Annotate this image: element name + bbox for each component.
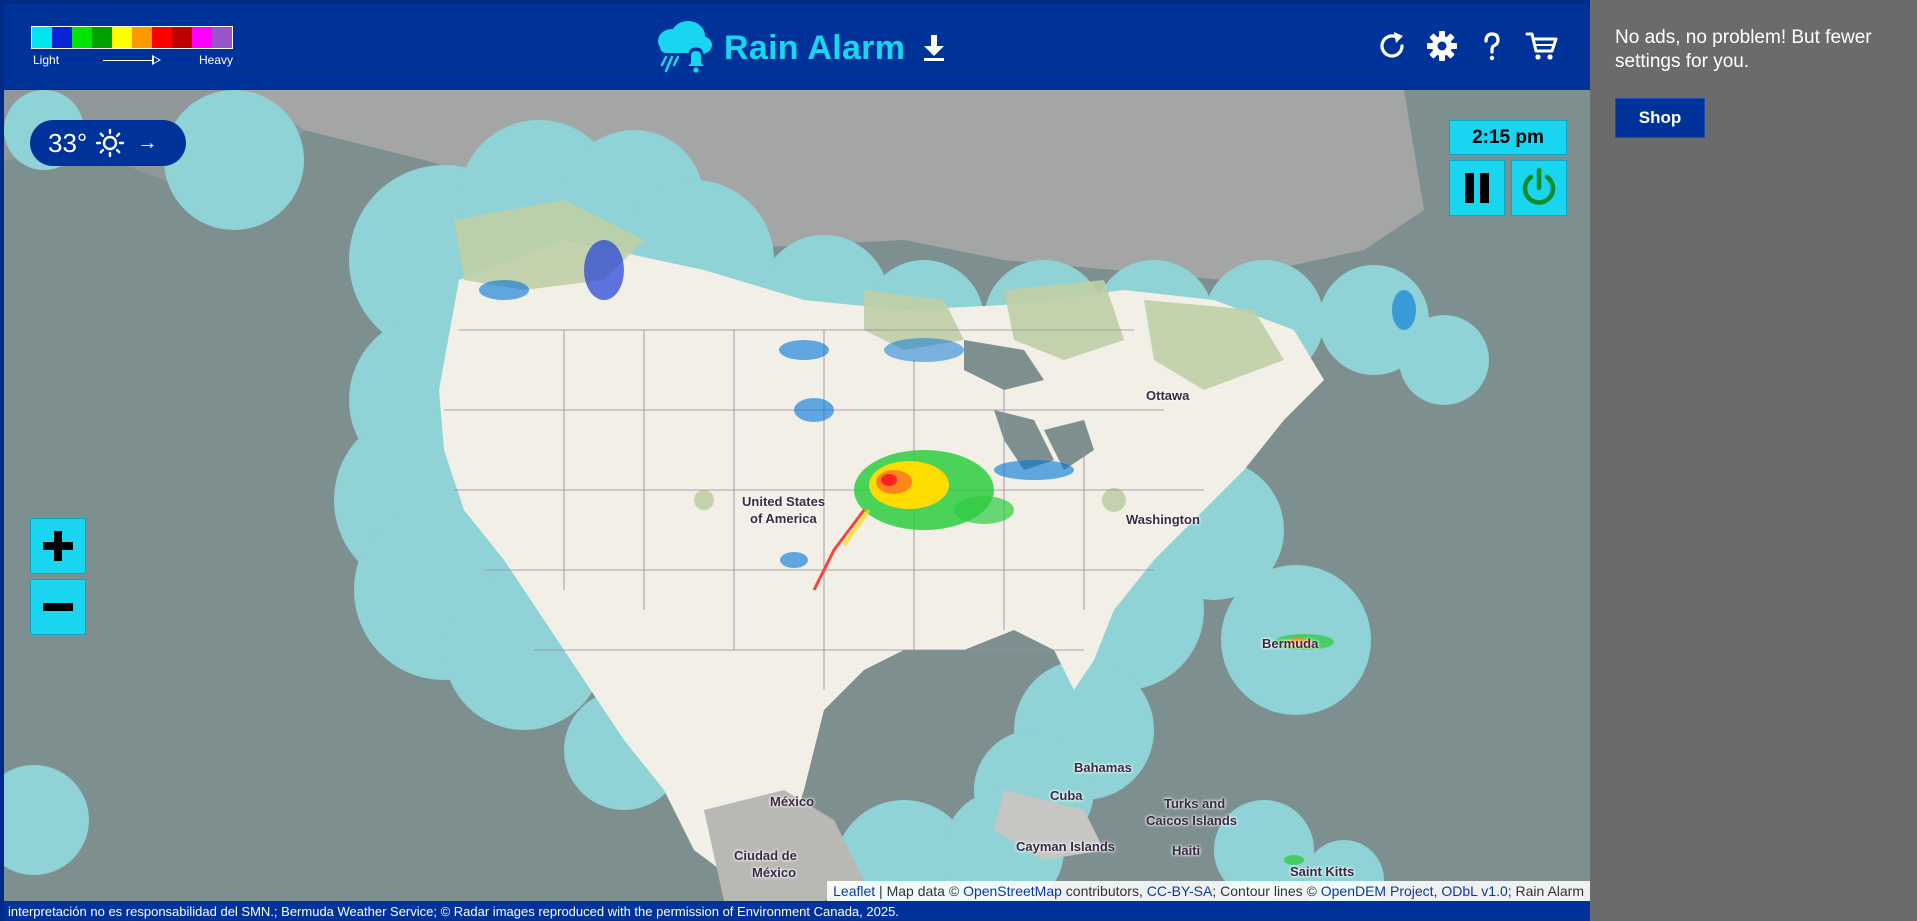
- map-label-turks-caicos: Turks and Caicos Islands: [1146, 796, 1238, 828]
- cart-icon: [1525, 32, 1558, 60]
- map-label-ottawa: Ottawa: [1146, 388, 1190, 403]
- download-button[interactable]: [921, 33, 947, 63]
- settings-button[interactable]: [1424, 28, 1460, 64]
- app-title: Rain Alarm: [724, 28, 906, 67]
- legend-color-scale: [31, 26, 233, 49]
- intensity-legend: Light Heavy: [31, 26, 241, 78]
- legend-swatch: [152, 27, 172, 48]
- ads-message: No ads, no problem! But fewer settings f…: [1615, 27, 1872, 72]
- pause-icon: [1465, 173, 1489, 203]
- map-attribution: Leaflet | Map data © OpenStreetMap contr…: [827, 881, 1590, 901]
- arrow-right-icon: →: [137, 131, 158, 154]
- shop-button[interactable]: [1524, 28, 1560, 64]
- download-icon: [924, 35, 945, 61]
- cc-by-sa-link[interactable]: CC-BY-SA: [1147, 883, 1213, 899]
- odbl-link[interactable]: ODbL v1.0: [1441, 883, 1507, 899]
- legend-swatch: [172, 27, 192, 48]
- refresh-button[interactable]: [1374, 28, 1410, 64]
- zoom-in-button[interactable]: [30, 518, 86, 574]
- plus-icon: [43, 531, 73, 561]
- legend-swatch: [192, 27, 212, 48]
- map-label-mexico: México: [770, 794, 815, 809]
- shop-link-button[interactable]: Shop: [1615, 98, 1705, 138]
- rain-alarm-cloud-bell-icon: [658, 21, 712, 73]
- map-label-washington: Washington: [1126, 512, 1200, 527]
- map-label-bahamas: Bahamas: [1074, 760, 1132, 775]
- header-actions: [1374, 28, 1560, 64]
- legend-light-label: Light: [33, 53, 60, 67]
- refresh-icon: [1380, 32, 1404, 58]
- leaflet-link[interactable]: Leaflet: [833, 883, 875, 899]
- legend-swatch: [72, 27, 92, 48]
- legend-swatch: [132, 27, 152, 48]
- openstreetmap-link[interactable]: OpenStreetMap: [963, 883, 1062, 899]
- temperature-value: 33°: [48, 127, 88, 158]
- gear-icon: [1427, 31, 1457, 61]
- power-button[interactable]: [1511, 160, 1567, 216]
- map-label-cayman: Cayman Islands: [1016, 839, 1115, 854]
- radar-credits: interpretación no es responsabilidad del…: [4, 901, 1590, 921]
- sun-icon: [96, 128, 125, 158]
- help-icon: [1484, 32, 1500, 61]
- legend-swatch: [92, 27, 112, 48]
- map-label-saint-kitts: Saint Kitts: [1290, 864, 1355, 879]
- legend-swatch: [112, 27, 132, 48]
- zoom-out-button[interactable]: [30, 579, 86, 635]
- legend-arrow-icon: [103, 55, 161, 65]
- opendem-link[interactable]: OpenDEM Project: [1321, 883, 1434, 899]
- legend-swatch: [52, 27, 72, 48]
- main-area: Light Heavy Rain Alarm United States of …: [0, 0, 1590, 921]
- header-bar: Light Heavy Rain Alarm: [4, 4, 1590, 90]
- radar-map[interactable]: United States of America Ottawa Washingt…: [4, 90, 1590, 901]
- map-label-cuba: Cuba: [1050, 788, 1083, 803]
- legend-swatch: [212, 27, 232, 48]
- radar-time: 2:15 pm: [1449, 120, 1567, 155]
- map-label-bermuda: Bermuda: [1262, 636, 1319, 651]
- map-label-ciudad-de-mexico: Ciudad de México: [734, 848, 797, 880]
- map-label-usa: United States of America: [742, 494, 826, 526]
- weather-forecast-button[interactable]: 33° →: [30, 120, 186, 166]
- legend-heavy-label: Heavy: [198, 53, 233, 67]
- minus-icon: [43, 603, 73, 611]
- app-root: Light Heavy Rain Alarm United States of …: [0, 0, 1917, 921]
- legend-swatch: [32, 27, 52, 48]
- power-icon: [1522, 167, 1556, 205]
- help-button[interactable]: [1474, 28, 1510, 64]
- map-label-haiti: Haiti: [1172, 843, 1201, 858]
- brand: Rain Alarm: [652, 18, 947, 78]
- side-panel: No ads, no problem! But fewer settings f…: [1590, 0, 1917, 921]
- pause-button[interactable]: [1449, 160, 1505, 216]
